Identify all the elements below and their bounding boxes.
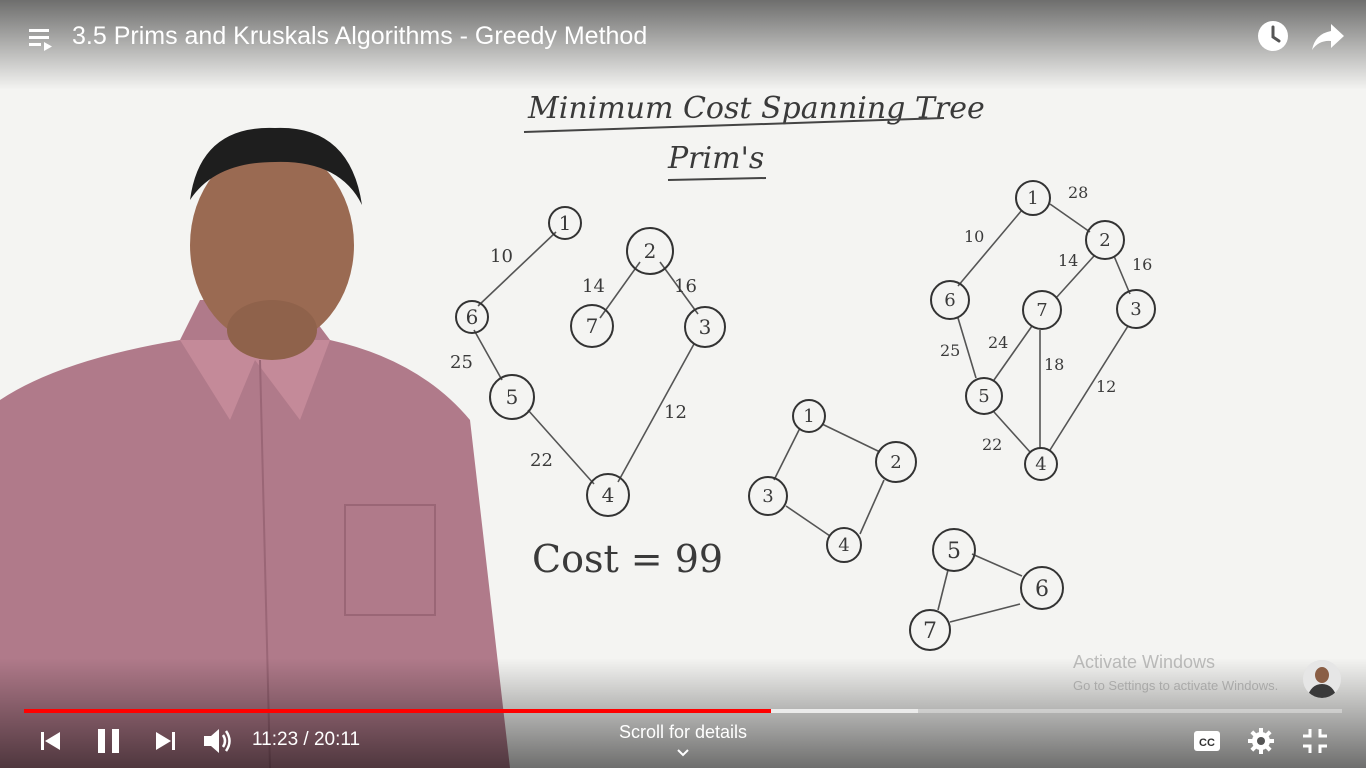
whiteboard-subheading: Prim's <box>667 141 764 176</box>
progress-played <box>24 709 771 713</box>
left-tree-node: 4 <box>602 483 615 507</box>
small-graph-a-node: 4 <box>838 535 849 556</box>
time-display: 11:23 / 20:11 <box>252 729 361 750</box>
presenter-figure <box>0 127 510 768</box>
left-tree-node: 3 <box>699 315 712 339</box>
small-graph-a-node: 1 <box>803 406 814 427</box>
small-graph-a-node: 2 <box>890 452 901 473</box>
exit-fullscreen-icon[interactable] <box>1302 728 1328 754</box>
right-graph-node: 3 <box>1130 299 1141 320</box>
svg-text:CC: CC <box>1199 737 1215 749</box>
right-graph-weight: 14 <box>1058 251 1078 270</box>
right-graph-node: 2 <box>1099 230 1110 251</box>
right-graph-weight: 12 <box>1096 377 1116 396</box>
left-tree-node: 2 <box>644 239 657 263</box>
left-tree-node: 1 <box>559 211 572 235</box>
right-graph-weight: 28 <box>1068 183 1088 202</box>
left-tree-weight: 12 <box>664 402 687 423</box>
left-tree-weight: 16 <box>674 276 697 297</box>
right-graph-node: 5 <box>978 386 989 407</box>
right-graph-node: 6 <box>944 290 955 311</box>
activate-windows-subtitle: Go to Settings to activate Windows. <box>1073 678 1279 693</box>
progress-bar[interactable] <box>24 709 1342 713</box>
playlist-icon[interactable] <box>28 26 54 52</box>
right-graph-node: 4 <box>1035 454 1046 475</box>
skip-previous-icon[interactable] <box>39 729 63 753</box>
avatar <box>1303 660 1341 698</box>
small-graph-a-node: 3 <box>762 486 773 507</box>
left-tree-weight: 22 <box>530 450 553 471</box>
right-graph-node: 7 <box>1036 300 1047 321</box>
left-tree-node: 7 <box>586 314 599 338</box>
cost-text: Cost = 99 <box>532 537 723 581</box>
right-graph-weight: 24 <box>988 333 1008 352</box>
small-graph-b-node: 6 <box>1035 577 1049 602</box>
chevron-down-icon[interactable] <box>676 746 690 758</box>
pause-icon[interactable] <box>96 727 122 755</box>
scroll-for-details[interactable]: Scroll for details <box>583 722 783 743</box>
left-tree-weight: 14 <box>582 276 605 297</box>
activate-windows-title: Activate Windows <box>1073 652 1216 672</box>
right-graph-weight: 25 <box>940 341 960 360</box>
captions-icon[interactable]: CC <box>1193 729 1221 753</box>
right-graph-weight: 22 <box>982 435 1002 454</box>
video-frame[interactable]: Minimum Cost Spanning Tree Prim's 1 2 3 <box>0 0 1366 768</box>
gear-icon[interactable] <box>1247 727 1275 755</box>
right-graph-weight: 18 <box>1044 355 1064 374</box>
video-title[interactable]: 3.5 Prims and Kruskals Algorithms - Gree… <box>72 20 647 52</box>
right-graph-node: 1 <box>1027 188 1038 209</box>
volume-icon[interactable] <box>202 726 234 756</box>
small-graph-b-node: 7 <box>923 619 937 644</box>
whiteboard-heading: Minimum Cost Spanning Tree <box>527 91 985 126</box>
clock-icon[interactable] <box>1257 20 1289 52</box>
right-graph-weight: 10 <box>964 227 984 246</box>
skip-next-icon[interactable] <box>153 729 177 753</box>
small-graph-b-node: 5 <box>947 539 961 564</box>
right-graph-weight: 16 <box>1132 255 1152 274</box>
share-arrow-icon[interactable] <box>1311 22 1345 52</box>
